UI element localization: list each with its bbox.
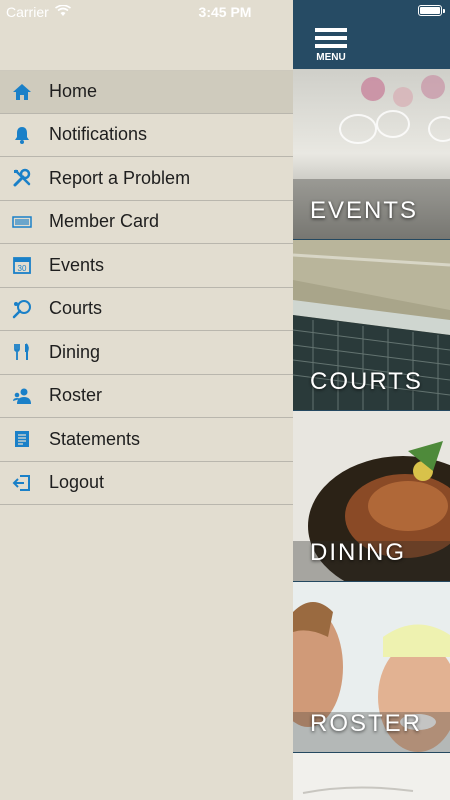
tile-dining[interactable]: DINING <box>293 411 450 581</box>
menu-item-label: Courts <box>49 298 103 319</box>
tile-label: EVENTS <box>310 197 419 224</box>
menu-item-roster[interactable]: Roster <box>0 374 293 418</box>
menu-item-home[interactable]: Home <box>0 70 293 114</box>
tools-icon <box>12 168 32 188</box>
tile-label: ROSTER <box>310 710 423 737</box>
menu-item-statements[interactable]: Statements <box>0 418 293 462</box>
menu-item-dining[interactable]: Dining <box>0 331 293 375</box>
document-icon <box>12 429 32 449</box>
calendar-icon: 30 <box>12 255 32 275</box>
menu-item-logout[interactable]: Logout <box>0 461 293 505</box>
people-icon <box>12 386 32 406</box>
tile-partial[interactable] <box>293 753 450 800</box>
menu-item-label: Statements <box>49 428 141 449</box>
menu-item-courts[interactable]: Courts <box>0 287 293 331</box>
menu-item-label: Logout <box>49 472 105 493</box>
tile-events[interactable]: EVENTS <box>293 69 450 239</box>
tennis-racket-icon <box>12 299 32 319</box>
logout-icon <box>12 473 32 493</box>
menu-button[interactable]: MENU <box>313 28 349 64</box>
menu-item-label: Report a Problem <box>49 167 191 188</box>
navigation-drawer: Home Notifications Report a Problem Memb… <box>0 0 293 800</box>
status-time: 3:45 PM <box>198 4 252 20</box>
tile-label: COURTS <box>310 368 423 395</box>
menu-item-label: Notifications <box>49 124 148 145</box>
menu-item-label: Roster <box>49 385 103 406</box>
tile-courts[interactable]: COURTS <box>293 240 450 410</box>
menu-item-label: Dining <box>49 341 101 362</box>
battery-icon <box>418 5 445 16</box>
drawer-header <box>0 24 293 70</box>
status-bar: Carrier 3:45 PM <box>0 0 450 24</box>
menu-item-notifications[interactable]: Notifications <box>0 113 293 157</box>
main-content-panel: MENU EVENTS COURTS DINING ROSTER <box>293 0 450 800</box>
menu-item-member-card[interactable]: Member Card <box>0 200 293 244</box>
menu-item-label: Member Card <box>49 211 160 232</box>
menu-item-events[interactable]: 30 Events <box>0 244 293 288</box>
barcode-icon <box>12 212 32 232</box>
menu-button-label: MENU <box>316 52 346 63</box>
drawer-menu: Home Notifications Report a Problem Memb… <box>0 70 293 505</box>
menu-item-label: Home <box>49 81 98 102</box>
bell-icon <box>12 125 32 145</box>
utensils-icon <box>12 342 32 362</box>
menu-item-report-a-problem[interactable]: Report a Problem <box>0 157 293 201</box>
home-icon <box>12 82 32 102</box>
tile-label: DINING <box>310 539 406 566</box>
menu-item-label: Events <box>49 254 105 275</box>
partial-tile-image <box>293 753 450 800</box>
calendar-number: 30 <box>18 264 27 273</box>
tile-roster[interactable]: ROSTER <box>293 582 450 752</box>
